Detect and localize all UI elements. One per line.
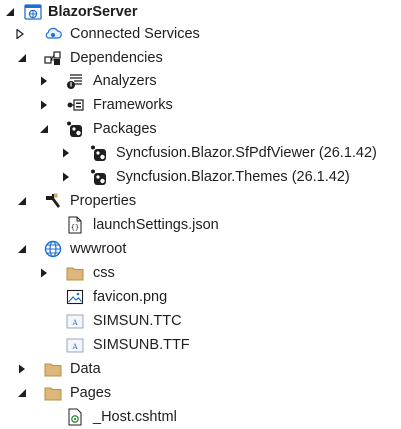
host-file-label: _Host.cshtml (93, 409, 177, 425)
tree-row-package-item[interactable]: Syncfusion.Blazor.SfPdfViewer (26.1.42) (0, 141, 401, 165)
tree-row-frameworks[interactable]: Frameworks (0, 93, 401, 117)
tree-row-analyzers[interactable]: Analyzers (0, 69, 401, 93)
analyzers-label: Analyzers (93, 73, 157, 89)
folder-icon (44, 384, 62, 402)
collapsed-arrow-icon[interactable] (38, 261, 50, 285)
tree-row-wwwroot[interactable]: wwwroot (0, 237, 401, 261)
web-project-icon (24, 3, 42, 21)
collapsed-arrow-icon[interactable] (16, 357, 28, 381)
tree-row-connected-services[interactable]: Connected Services (0, 22, 401, 46)
json-file-icon: {} (66, 216, 84, 234)
collapsed-arrow-icon[interactable] (60, 165, 72, 189)
frameworks-label: Frameworks (93, 97, 173, 113)
properties-label: Properties (70, 193, 137, 209)
collapsed-arrow-icon[interactable] (38, 93, 50, 117)
expanded-arrow-icon[interactable] (16, 381, 28, 405)
tree-row-simsunb-ttf[interactable]: A SIMSUNB.TTF (0, 333, 401, 357)
tree-row-favicon[interactable]: favicon.png (0, 285, 401, 309)
package-item-label: Syncfusion.Blazor.SfPdfViewer (26.1.42) (116, 145, 377, 161)
frameworks-icon (66, 96, 84, 114)
connected-services-icon (44, 25, 62, 43)
razor-file-icon (66, 408, 84, 426)
collapsed-arrow-icon[interactable] (14, 22, 26, 46)
analyzers-icon (66, 72, 84, 90)
expanded-arrow-icon[interactable] (38, 117, 50, 141)
font-file-icon: A (66, 336, 84, 354)
project-name: BlazorServer (48, 4, 138, 20)
tree-row-simsun-ttc[interactable]: A SIMSUN.TTC (0, 309, 401, 333)
package-item-label: Syncfusion.Blazor.Themes (26.1.42) (116, 169, 350, 185)
css-folder-label: css (93, 265, 115, 281)
tree-row-project[interactable]: BlazorServer (0, 0, 401, 24)
connected-services-label: Connected Services (70, 26, 200, 42)
tree-row-pages-folder[interactable]: Pages (0, 381, 401, 405)
dependencies-icon (44, 49, 62, 67)
tree-row-package-item[interactable]: Syncfusion.Blazor.Themes (26.1.42) (0, 165, 401, 189)
collapsed-arrow-icon[interactable] (60, 141, 72, 165)
wrench-icon (44, 192, 62, 210)
collapsed-arrow-icon[interactable] (38, 69, 50, 93)
tree-row-properties[interactable]: Properties (0, 189, 401, 213)
nuget-package-icon (90, 168, 108, 186)
svg-text:A: A (71, 343, 78, 351)
expanded-arrow-icon[interactable] (16, 189, 28, 213)
folder-icon (66, 264, 84, 282)
folder-icon (44, 360, 62, 378)
globe-icon (44, 240, 62, 258)
expanded-arrow-icon[interactable] (16, 237, 28, 261)
wwwroot-label: wwwroot (70, 241, 127, 257)
nuget-package-icon (66, 120, 84, 138)
font-file-icon: A (66, 312, 84, 330)
favicon-label: favicon.png (93, 289, 168, 305)
tree-row-css-folder[interactable]: css (0, 261, 401, 285)
simsun-ttc-label: SIMSUN.TTC (93, 313, 182, 329)
expanded-arrow-icon[interactable] (4, 0, 16, 24)
tree-row-launchsettings[interactable]: {} launchSettings.json (0, 213, 401, 237)
pages-folder-label: Pages (70, 385, 112, 401)
svg-text:A: A (71, 319, 78, 327)
tree-row-host-file[interactable]: _Host.cshtml (0, 405, 401, 429)
tree-row-dependencies[interactable]: Dependencies (0, 46, 401, 70)
tree-row-data-folder[interactable]: Data (0, 357, 401, 381)
tree-row-packages[interactable]: Packages (0, 117, 401, 141)
nuget-package-icon (90, 144, 108, 162)
simsunb-ttf-label: SIMSUNB.TTF (93, 337, 190, 353)
data-folder-label: Data (70, 361, 101, 377)
image-file-icon (66, 288, 84, 306)
dependencies-label: Dependencies (70, 50, 163, 66)
launchsettings-label: launchSettings.json (93, 217, 219, 233)
packages-label: Packages (93, 121, 157, 137)
expanded-arrow-icon[interactable] (16, 46, 28, 70)
svg-text:{}: {} (71, 224, 79, 232)
